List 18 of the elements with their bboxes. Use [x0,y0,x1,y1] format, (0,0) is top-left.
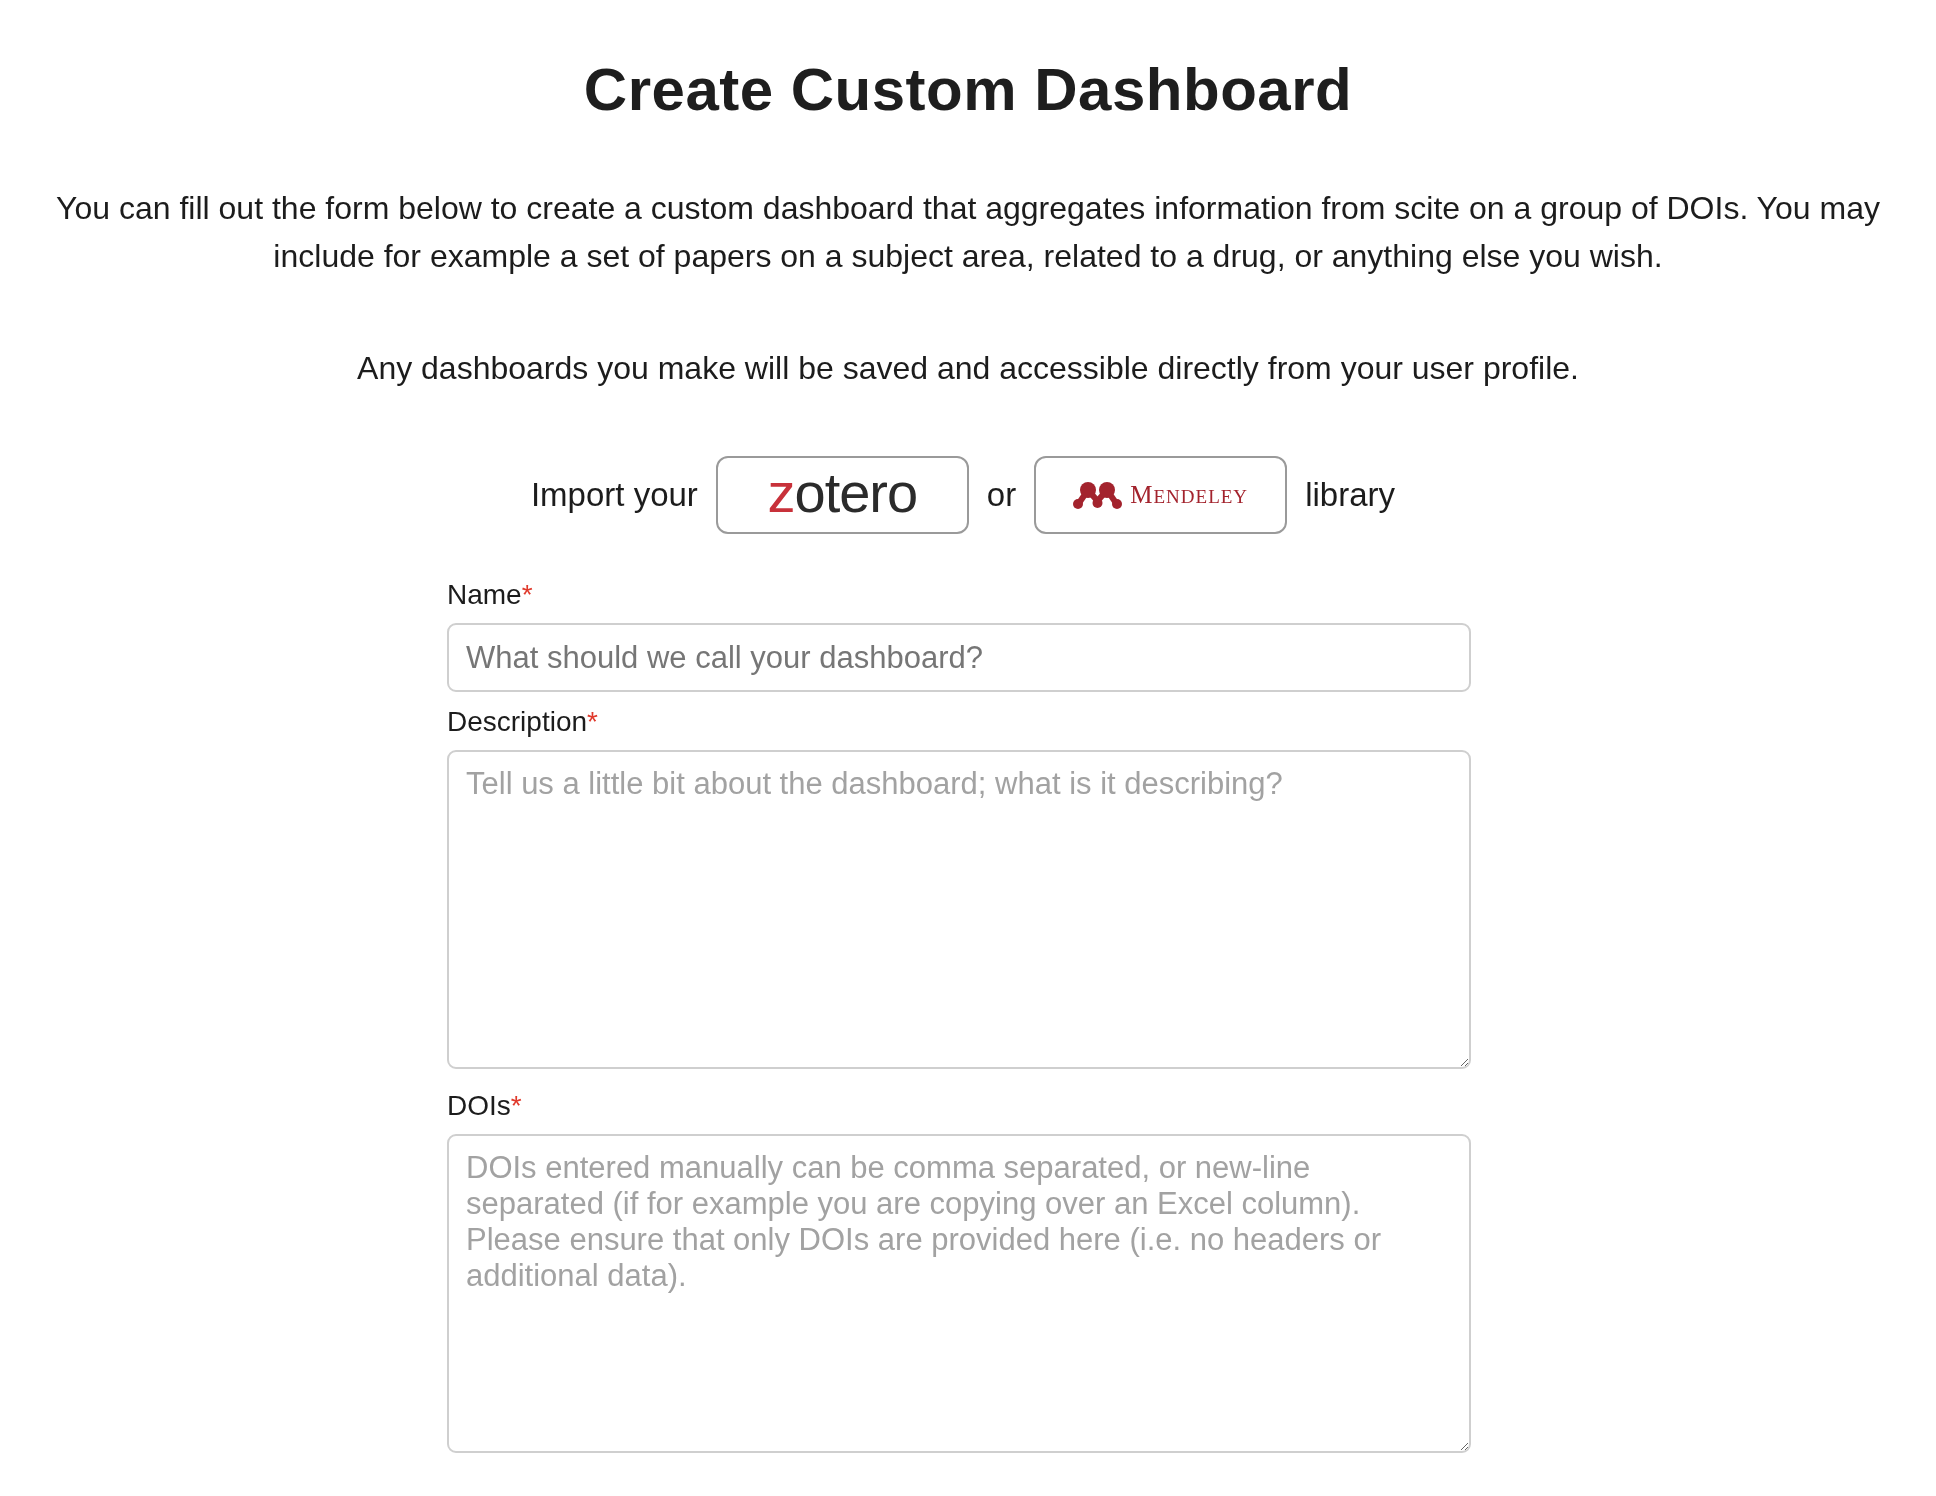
field-label: Name [447,580,522,610]
library-text: library [1305,476,1396,514]
import-source-button[interactable]: MENDELEY [1034,456,1288,534]
linked-dots-icon [1073,481,1123,509]
intro-text: You can fill out the form below to create a custom dashboard that aggregates information from scite on a group of DOIs. You may include for example a set of papers on a subject area, related to a drug, or anything else you wish. [55,189,1881,276]
required-asterisk: * [521,580,533,610]
import-label: Import your [530,476,698,514]
or-text: or [986,476,1017,514]
page-title: Create Custom Dashboard [583,55,1353,125]
field-label: Description [447,707,588,737]
import-source-button[interactable]: zotero [715,456,969,534]
intro-text: Any dashboards you make will be saved and accessible directly from your user profile. [357,349,1579,388]
text-input[interactable]: What should we call your dashboard? [447,623,1471,692]
text-area-field[interactable]: Tell us a little bit about the dashboard; what is it describing? [447,750,1471,1069]
text-area-field[interactable]: DOIs entered manually can be comma separated, or new-line separated (if for example you are copying over an Excel column). Please ensure that only DOIs are provided here (i.e. no headers or additional data). [447,1134,1471,1453]
required-asterisk: * [587,707,598,737]
field-label: DOIs [447,1091,511,1121]
required-asterisk: * [510,1091,522,1121]
